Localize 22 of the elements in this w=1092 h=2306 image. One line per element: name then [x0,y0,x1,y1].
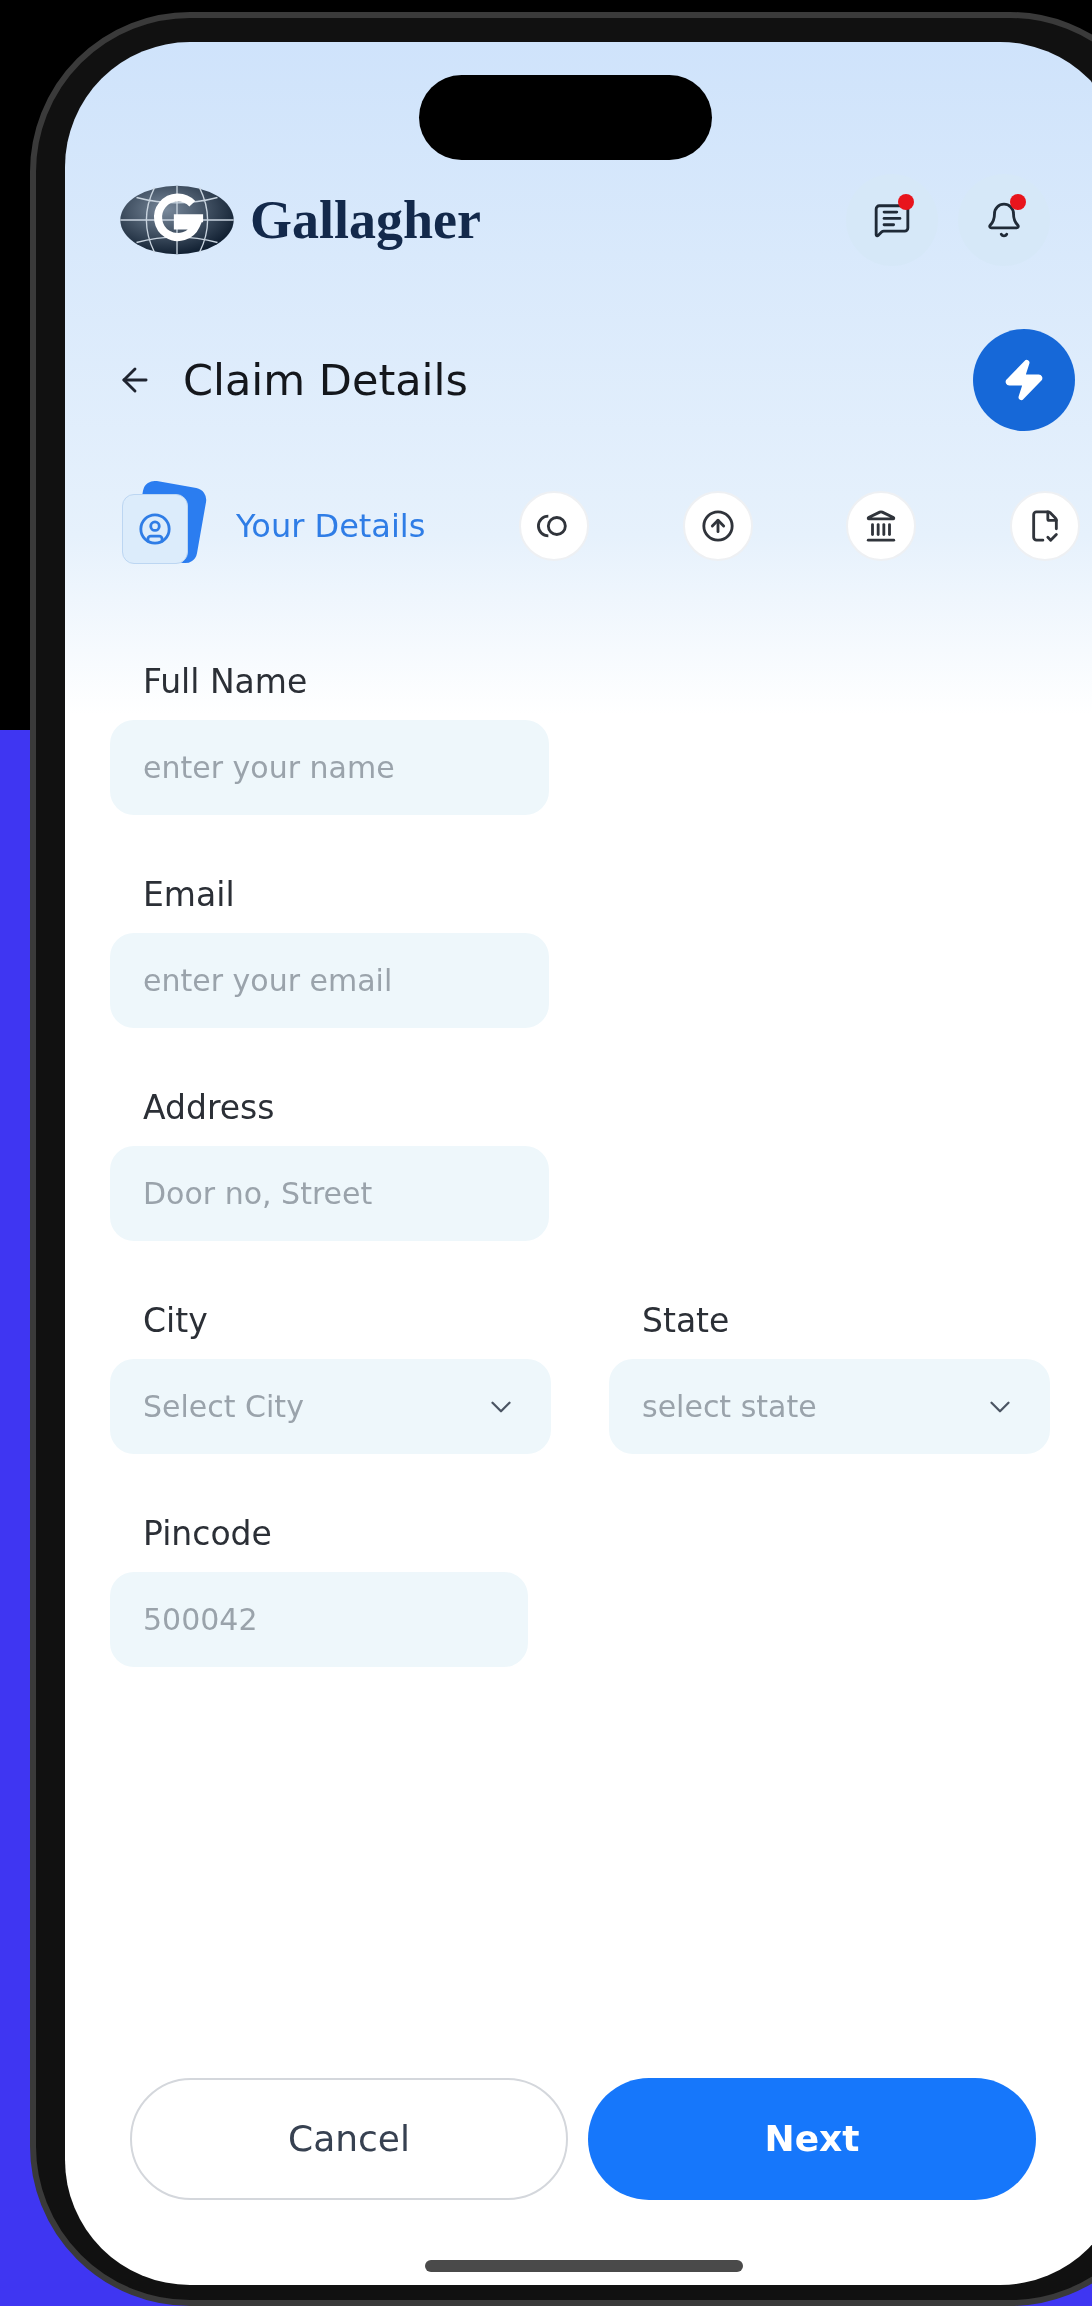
input-field[interactable]: 500042 [110,1572,528,1667]
step-tab[interactable]: Your Details [110,484,426,568]
input-field[interactable]: enter your email [110,933,549,1028]
input-field[interactable]: enter your name [110,720,549,815]
select-field[interactable]: select state [609,1359,1050,1454]
user-circle-icon [138,512,172,546]
field-label: State [642,1301,731,1341]
field-label: Full Name [143,662,309,702]
select-field[interactable]: Select City [110,1359,551,1454]
input-field[interactable]: Door no, Street [110,1146,549,1241]
upload-circle-icon [700,509,735,543]
cancel-button[interactable]: Cancel [130,2078,568,2200]
chat-icon [873,201,911,239]
globe-logo-icon [118,184,236,256]
next-button[interactable]: Next [588,2078,1036,2200]
brand-name: Gallagher [250,188,481,252]
field-label: City [143,1301,209,1341]
page-title: Claim Details [183,353,468,407]
field-label: Address [143,1088,276,1128]
field-label: Email [143,875,236,915]
field-label: Pincode [143,1514,273,1554]
bell-icon [985,201,1023,239]
